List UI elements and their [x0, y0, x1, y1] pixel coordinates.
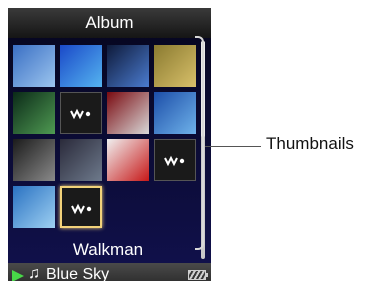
- status-bar: ♫ Blue Sky: [8, 263, 211, 281]
- walkman-screen: Album Walkman ♫ Blue Sky: [8, 8, 211, 281]
- now-playing-track: Blue Sky: [46, 266, 110, 281]
- album-art-blue-burst[interactable]: [60, 45, 102, 87]
- music-note-icon: ♫: [28, 265, 40, 281]
- album-art-palm-tree[interactable]: [13, 186, 55, 228]
- battery-icon: [188, 270, 208, 280]
- walkman-logo-icon: [164, 155, 185, 167]
- album-art-blue-tiles[interactable]: [154, 92, 196, 134]
- album-art-red-car[interactable]: [107, 139, 149, 181]
- selected-album-caption: Walkman: [72, 240, 144, 259]
- walkman-logo-icon: [71, 203, 92, 215]
- play-icon: [12, 270, 24, 281]
- album-art-dark-machine[interactable]: [13, 139, 55, 181]
- title-bar: Album: [8, 8, 211, 38]
- album-grid: [8, 38, 211, 263]
- callout-line: [205, 146, 261, 147]
- walkman-logo-icon: [70, 108, 91, 120]
- album-art-green-plant[interactable]: [13, 92, 55, 134]
- album-art-walkman-selected[interactable]: [60, 186, 102, 228]
- thumbnails-bracket: [195, 36, 204, 250]
- album-art-snowman[interactable]: [13, 45, 55, 87]
- album-art-building[interactable]: [154, 45, 196, 87]
- album-art-microphone[interactable]: [107, 45, 149, 87]
- thumbnails-callout-label: Thumbnails: [266, 134, 354, 153]
- album-art-guitar[interactable]: [107, 92, 149, 134]
- album-art-walkman[interactable]: [154, 139, 196, 181]
- album-art-industrial[interactable]: [60, 139, 102, 181]
- screen-title: Album: [85, 13, 134, 32]
- album-art-walkman[interactable]: [60, 92, 102, 134]
